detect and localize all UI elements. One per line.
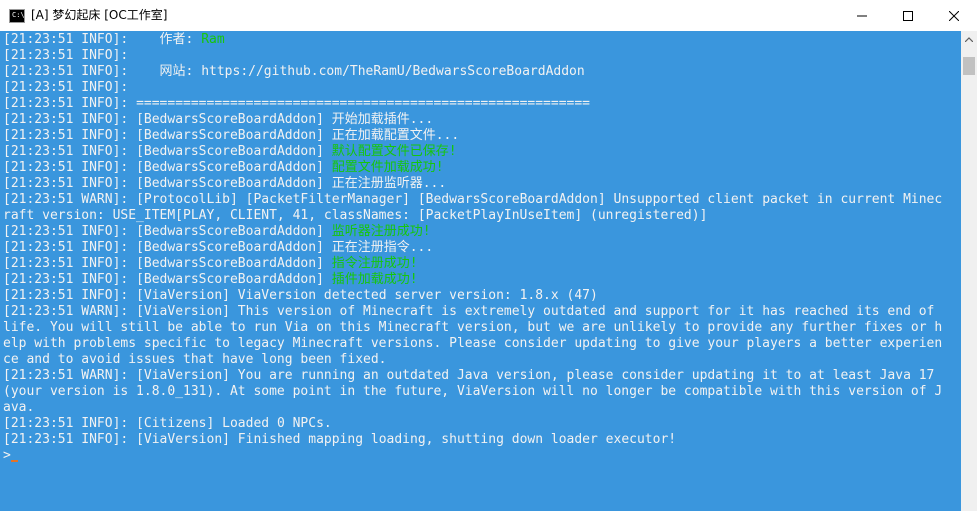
console-line: [21:23:51 INFO]: 网站: https://github.com/… <box>3 64 585 80</box>
log-prefix: [21:23:51 INFO]: <box>3 288 137 303</box>
title-bar[interactable]: C:\ [A] 梦幻起床 [OC工作室] <box>0 0 977 31</box>
log-message: (your version is 1.8.0_131). At some poi… <box>3 384 943 399</box>
log-message: [BedwarsScoreBoardAddon] <box>136 224 332 239</box>
console-line: [21:23:51 INFO]: [BedwarsScoreBoardAddon… <box>3 224 431 240</box>
console-output[interactable]: [21:23:51 INFO]: 作者: Ram [21:23:51 INFO]:… <box>0 31 960 511</box>
log-prefix: [21:23:51 INFO]: <box>3 416 137 431</box>
log-highlight: 配置文件加载成功! <box>331 160 444 175</box>
console-line: [21:23:51 INFO]: [Citizens] Loaded 0 NPC… <box>3 416 332 432</box>
log-message: 网站: https://github.com/TheRamU/BedwarsSc… <box>136 64 585 79</box>
console-line: [21:23:51 WARN]: [ProtocolLib] [PacketFi… <box>3 192 942 208</box>
console-line: [21:23:51 INFO]: [BedwarsScoreBoardAddon… <box>3 128 459 144</box>
log-message: [BedwarsScoreBoardAddon] <box>136 160 332 175</box>
console-line: [21:23:51 INFO]: [BedwarsScoreBoardAddon… <box>3 272 418 288</box>
console-icon-text: C:\ <box>12 11 25 19</box>
log-message: [BedwarsScoreBoardAddon] 正在加载配置文件... <box>136 128 460 143</box>
console-line: [21:23:51 INFO]: =======================… <box>3 96 590 112</box>
log-prefix: [21:23:51 INFO]: <box>3 160 137 175</box>
console-line: [21:23:51 WARN]: [ViaVersion] You are ru… <box>3 368 934 384</box>
minimize-icon <box>857 15 867 16</box>
log-message: [BedwarsScoreBoardAddon] <box>136 272 332 287</box>
log-message: raft version: USE_ITEM[PLAY, CLIENT, 41,… <box>3 208 708 223</box>
console-line: life. You will still be able to run Via … <box>3 320 942 336</box>
log-message: elp with problems specific to legacy Min… <box>3 336 943 351</box>
log-prefix: [21:23:51 INFO]: <box>3 64 137 79</box>
close-button[interactable] <box>931 0 977 31</box>
log-prefix: [21:23:51 INFO]: <box>3 112 137 127</box>
console-line: [21:23:51 INFO]: [BedwarsScoreBoardAddon… <box>3 112 433 128</box>
log-prefix: [21:23:51 INFO]: <box>3 256 137 271</box>
console-line: elp with problems specific to legacy Min… <box>3 336 942 352</box>
console-line: [21:23:51 INFO]: [BedwarsScoreBoardAddon… <box>3 176 446 192</box>
log-prefix: [21:23:51 WARN]: <box>3 304 137 319</box>
log-prefix: [21:23:51 INFO]: <box>3 240 137 255</box>
console-icon: C:\ <box>9 8 25 23</box>
scroll-up-icon <box>965 36 973 42</box>
log-message: ava. <box>3 400 35 415</box>
log-message: [BedwarsScoreBoardAddon] <box>136 144 332 159</box>
log-message: ========================================… <box>136 96 591 111</box>
console-line: (your version is 1.8.0_131). At some poi… <box>3 384 942 400</box>
console-line: ava. <box>3 400 34 416</box>
log-highlight: 默认配置文件已保存! <box>331 144 457 159</box>
vertical-scrollbar[interactable] <box>961 31 977 511</box>
minimize-button[interactable] <box>839 0 885 31</box>
console-line: [21:23:51 INFO]: <box>3 48 136 64</box>
console-line: [21:23:51 INFO]: <box>3 80 136 96</box>
log-prefix: [21:23:51 INFO]: <box>3 272 137 287</box>
log-message: [BedwarsScoreBoardAddon] 正在注册监听器... <box>136 176 447 191</box>
text-cursor <box>11 460 18 462</box>
log-message: [BedwarsScoreBoardAddon] 正在注册指令... <box>136 240 434 255</box>
maximize-button[interactable] <box>885 0 931 31</box>
scroll-up-button[interactable] <box>961 31 977 47</box>
log-prefix: [21:23:51 INFO]: <box>3 32 137 47</box>
maximize-icon <box>903 10 913 21</box>
console-line: [21:23:51 INFO]: [BedwarsScoreBoardAddon… <box>3 160 444 176</box>
console-line: [21:23:51 INFO]: [BedwarsScoreBoardAddon… <box>3 256 418 272</box>
log-prefix: [21:23:51 INFO]: <box>3 144 137 159</box>
log-prefix: [21:23:51 INFO]: <box>3 80 137 95</box>
log-message: [ProtocolLib] [PacketFilterManager] [Bed… <box>136 192 943 207</box>
scrollbar-thumb[interactable] <box>963 57 975 75</box>
log-prefix: [21:23:51 WARN]: <box>3 368 137 383</box>
log-prefix: [21:23:51 INFO]: <box>3 224 137 239</box>
log-message: [ViaVersion] You are running an outdated… <box>136 368 935 383</box>
log-message: [Citizens] Loaded 0 NPCs. <box>136 416 332 431</box>
console-window: C:\ [A] 梦幻起床 [OC工作室] [21:23:51 INFO]: 作者… <box>0 0 977 511</box>
log-highlight: 监听器注册成功! <box>331 224 431 239</box>
console-line: [21:23:51 INFO]: 作者: Ram <box>3 32 225 48</box>
console-line: ce and to avoid issues that have long be… <box>3 352 387 368</box>
log-prefix: [21:23:51 WARN]: <box>3 192 137 207</box>
log-message: 作者: <box>136 32 202 47</box>
log-message: ce and to avoid issues that have long be… <box>3 352 387 367</box>
log-message: life. You will still be able to run Via … <box>3 320 943 335</box>
log-highlight: 插件加载成功! <box>331 272 418 287</box>
log-highlight: 指令注册成功! <box>331 256 418 271</box>
console-line: [21:23:51 WARN]: [ViaVersion] This versi… <box>3 304 934 320</box>
window-title: [A] 梦幻起床 [OC工作室] <box>31 8 168 22</box>
close-icon <box>949 10 959 21</box>
log-prefix: [21:23:51 INFO]: <box>3 176 137 191</box>
console-line: [21:23:51 INFO]: [BedwarsScoreBoardAddon… <box>3 144 457 160</box>
command-prompt: > <box>3 448 11 463</box>
log-highlight: Ram <box>201 32 225 47</box>
console-line: [21:23:51 INFO]: [ViaVersion] Finished m… <box>3 432 676 448</box>
window-controls <box>839 0 977 31</box>
log-prefix: [21:23:51 INFO]: <box>3 96 137 111</box>
log-message: [BedwarsScoreBoardAddon] 开始加载插件... <box>136 112 434 127</box>
log-message: [ViaVersion] This version of Minecraft i… <box>136 304 935 319</box>
log-message: [ViaVersion] Finished mapping loading, s… <box>136 432 677 447</box>
console-line: [21:23:51 INFO]: [ViaVersion] ViaVersion… <box>3 288 598 304</box>
log-prefix: [21:23:51 INFO]: <box>3 48 137 63</box>
log-prefix: [21:23:51 INFO]: <box>3 432 137 447</box>
console-line: [21:23:51 INFO]: [BedwarsScoreBoardAddon… <box>3 240 433 256</box>
log-message: [ViaVersion] ViaVersion detected server … <box>136 288 598 303</box>
log-prefix: [21:23:51 INFO]: <box>3 128 137 143</box>
log-message: [BedwarsScoreBoardAddon] <box>136 256 332 271</box>
console-line: raft version: USE_ITEM[PLAY, CLIENT, 41,… <box>3 208 707 224</box>
